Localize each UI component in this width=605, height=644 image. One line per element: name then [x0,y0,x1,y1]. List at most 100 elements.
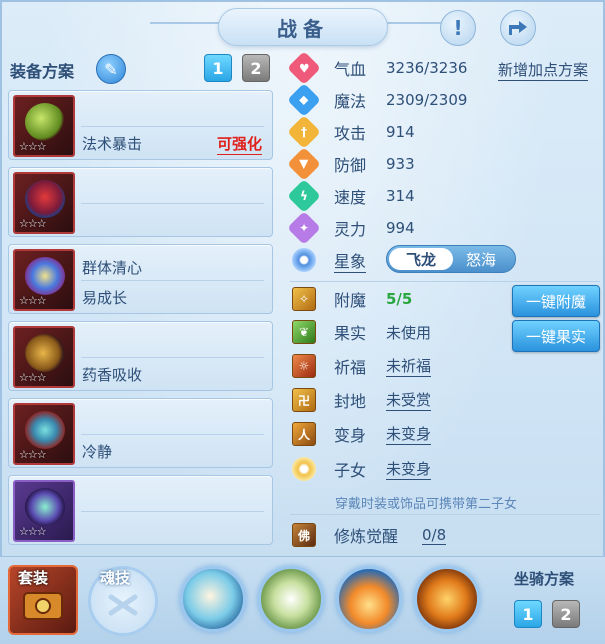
pencil-icon[interactable]: ✎ [96,54,126,84]
slot-divider [81,280,264,281]
star-sign-option-flying-dragon[interactable]: 飞龙 [389,248,453,270]
helmet-art [25,180,65,218]
extra-value-link[interactable]: 未受赏 [386,389,432,411]
slot-attribute: 易成长 [82,289,128,307]
mount-plan-1-button[interactable]: 1 [514,600,542,628]
skill-wave-icon[interactable] [336,566,402,632]
belt-icon: ☆☆☆ [13,403,75,465]
equip-slot-necklace[interactable]: ☆☆☆ 群体清心 易成长 [8,244,273,314]
equip-slot-weapon[interactable]: ☆☆☆ 法术暴击 可强化 [8,90,273,160]
star-rating: ☆☆☆ [19,294,47,307]
stat-value: 914 [386,123,415,141]
weapon-art [25,103,65,141]
star-rating: ☆☆☆ [19,217,47,230]
slot-divider [81,434,264,435]
necklace-art [25,257,65,295]
extra-value-link[interactable]: 未变身 [386,458,432,480]
soul-skill-label: 魂技 [100,569,131,587]
extra-name: 变身 [334,426,367,445]
exclamation-icon[interactable]: ! [440,10,476,46]
star-rating: ☆☆☆ [19,525,47,538]
transform-icon: 人 [292,422,316,446]
belt-art [25,411,65,449]
stat-name: 攻击 [334,124,367,143]
star-sign-icon [292,248,316,272]
necklace-icon: ☆☆☆ [13,249,75,311]
star-sign-label[interactable]: 星象 [334,248,367,273]
stat-value: 3236/3236 [386,59,468,77]
extra-value-link[interactable]: 未祈福 [386,355,432,377]
star-rating: ☆☆☆ [19,448,47,461]
one-click-fruit-button[interactable]: 一键果实 [512,320,600,352]
equip-plan-2-button[interactable]: 2 [242,54,270,82]
stat-value: 314 [386,187,415,205]
stat-name: 魔法 [334,92,367,111]
boots-art [25,488,65,526]
slot-divider [81,203,264,204]
equip-slot-helmet[interactable]: ☆☆☆ [8,167,273,237]
equip-slot-amulet[interactable]: ☆☆☆ 药香吸收 [8,321,273,391]
slot-divider [81,511,264,512]
mount-plan-label: 坐骑方案 [514,570,575,588]
section-divider [290,281,600,282]
title-plate: 战备 [218,8,388,46]
add-point-plan-link[interactable]: 新增加点方案 [498,59,589,81]
stat-value: 933 [386,155,415,173]
page-title: 战备 [277,16,329,41]
blessing-icon: ☼ [292,354,316,378]
slot-divider [81,126,264,127]
helmet-icon: ☆☆☆ [13,172,75,234]
stat-value: 994 [386,219,415,237]
extra-name: 祈福 [334,358,367,377]
extra-row-fruit: ❦ 果实 未使用 [292,318,431,346]
skill-warrior-icon[interactable] [414,566,480,632]
cultivation-value-link[interactable]: 0/8 [422,526,447,545]
equip-plan-label: 装备方案 [10,62,75,81]
fief-icon: 卍 [292,388,316,412]
extra-name: 封地 [334,392,367,411]
second-child-hint: 穿戴时装或饰品可携带第二子女 [335,497,518,512]
slot-attribute: 群体清心 [82,259,143,277]
slot-divider [81,357,264,358]
enhance-available-link[interactable]: 可强化 [216,133,262,155]
slot-attribute: 法术暴击 [82,135,143,153]
children-icon [292,457,316,481]
cultivation-name: 修炼觉醒 [334,527,399,546]
stat-name: 灵力 [334,220,367,239]
stat-value: 2309/2309 [386,91,468,109]
share-icon[interactable] [500,10,536,46]
skill-fist-icon[interactable] [180,566,246,632]
enchant-icon: ✧ [292,287,316,311]
heart-icon: ♥ [287,51,321,85]
mount-plan-2-button[interactable]: 2 [552,600,580,628]
star-sign-toggle[interactable]: 飞龙 怒海 [386,245,516,273]
extra-name: 子女 [334,461,367,480]
equip-slot-boots[interactable]: ☆☆☆ [8,475,273,545]
extra-row-transform: 人 变身 未变身 [292,420,432,448]
lightning-icon: ϟ [287,179,321,213]
star-rating: ☆☆☆ [19,140,47,153]
stat-row-attack: † 攻击 914 [287,115,415,149]
extra-row-children: 子女 未变身 [292,455,432,483]
star-sign-option-angry-sea[interactable]: 怒海 [451,248,511,270]
suit-label: 套装 [18,569,49,587]
cultivation-icon: 佛 [292,523,316,547]
stat-row-defense: ▼ 防御 933 [287,147,415,181]
boots-icon: ☆☆☆ [13,480,75,542]
star-rating: ☆☆☆ [19,371,47,384]
extra-value-link[interactable]: 未变身 [386,423,432,445]
equip-plan-1-button[interactable]: 1 [204,54,232,82]
section-divider [290,514,600,515]
equip-slot-belt[interactable]: ☆☆☆ 冷静 [8,398,273,468]
stat-name: 防御 [334,156,367,175]
stat-row-spirit: ✦ 灵力 994 [287,211,415,245]
slot-attribute: 药香吸收 [82,366,143,384]
title-ornament-left [150,22,220,24]
skill-sword-icon[interactable] [258,566,324,632]
one-click-enchant-button[interactable]: 一键附魔 [512,285,600,317]
extra-name: 附魔 [334,291,367,310]
shield-icon: ▼ [287,147,321,181]
cultivation-row: 佛 修炼觉醒 0/8 [292,521,447,549]
stat-name: 速度 [334,188,367,207]
extra-row-fief: 卍 封地 未受赏 [292,386,432,414]
